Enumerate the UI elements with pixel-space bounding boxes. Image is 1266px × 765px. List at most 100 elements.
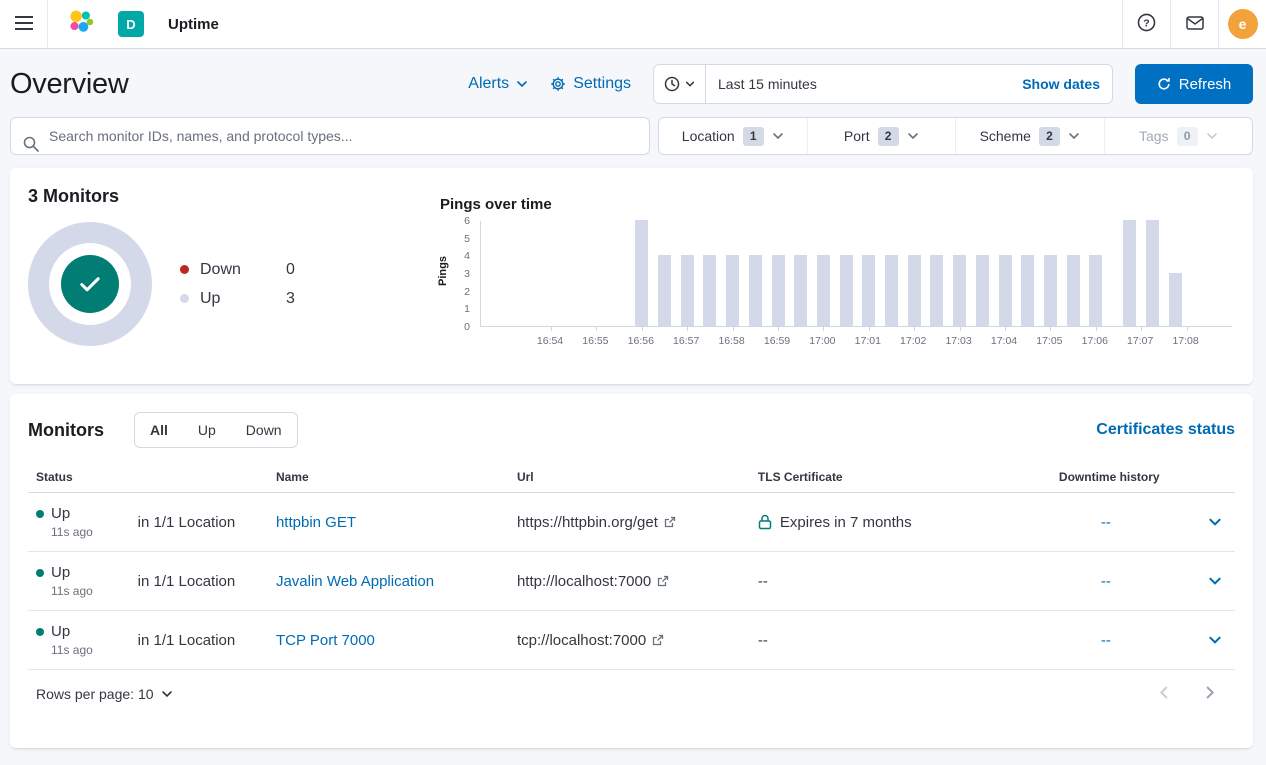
- external-link-icon[interactable]: [657, 575, 669, 587]
- down-dot-icon: [180, 265, 189, 274]
- expand-row-button[interactable]: [1202, 515, 1227, 529]
- previous-page-button[interactable]: [1157, 685, 1172, 703]
- status-text: Up: [51, 564, 70, 581]
- status-text: Up: [51, 505, 70, 522]
- ping-bar: [749, 255, 762, 326]
- ping-bar: [840, 255, 853, 326]
- filter-scheme-button[interactable]: Scheme 2: [955, 118, 1104, 154]
- monitor-name-link[interactable]: TCP Port 7000: [276, 632, 375, 649]
- status-filter-down[interactable]: Down: [231, 413, 297, 447]
- status-filter-all[interactable]: All: [135, 413, 183, 447]
- ping-bar: [1044, 255, 1057, 326]
- tls-expiry-text: --: [750, 552, 1051, 611]
- filter-bar: Location 1 Port 2 Scheme 2 Tags 0: [0, 117, 1266, 168]
- tags-count-badge: 0: [1177, 127, 1198, 146]
- monitor-row: Up 11s ago in 1/1 Location TCP Port 7000…: [28, 611, 1235, 670]
- filter-group: Location 1 Port 2 Scheme 2 Tags 0: [658, 117, 1253, 155]
- gear-icon: [550, 76, 566, 92]
- column-downtime: Downtime history: [1051, 462, 1194, 493]
- expand-row-button[interactable]: [1202, 633, 1227, 647]
- chart-plot-area: [480, 221, 1232, 327]
- chevron-down-icon: [1206, 130, 1218, 142]
- refresh-button[interactable]: Refresh: [1135, 64, 1253, 104]
- monitor-name-link[interactable]: httpbin GET: [276, 514, 356, 531]
- column-name: Name: [268, 462, 509, 493]
- table-header-row: Status Name Url TLS Certificate Downtime…: [28, 462, 1235, 493]
- ping-bar: [999, 255, 1012, 326]
- ping-bar: [976, 255, 989, 326]
- tls-expiry-text: --: [750, 611, 1051, 670]
- legend-item-up: Up 3: [180, 290, 295, 308]
- chevron-down-icon: [161, 688, 173, 700]
- status-text: Up: [51, 623, 70, 640]
- status-up-dot-icon: [36, 510, 44, 518]
- quick-select-button[interactable]: [654, 65, 706, 103]
- svg-text:?: ?: [1143, 17, 1149, 29]
- last-check-time: 11s ago: [51, 525, 122, 539]
- deployment-badge[interactable]: D: [118, 11, 144, 37]
- app-title: Uptime: [168, 16, 219, 33]
- chart-y-ticks: 0123456: [448, 221, 476, 327]
- location-text: in 1/1 Location: [130, 493, 268, 552]
- lock-icon: [758, 514, 772, 530]
- status-filter-group: All Up Down: [134, 412, 298, 448]
- expand-row-button[interactable]: [1202, 574, 1227, 588]
- refresh-icon: [1157, 77, 1171, 91]
- alerts-menu-button[interactable]: Alerts: [468, 75, 528, 93]
- settings-link[interactable]: Settings: [550, 75, 631, 93]
- help-button[interactable]: ?: [1122, 0, 1170, 48]
- monitor-row: Up 11s ago in 1/1 Location Javalin Web A…: [28, 552, 1235, 611]
- elastic-logo[interactable]: [68, 9, 94, 40]
- external-link-icon[interactable]: [664, 516, 676, 528]
- up-dot-icon: [180, 294, 189, 303]
- hamburger-icon: [15, 16, 33, 33]
- status-filter-up[interactable]: Up: [183, 413, 231, 447]
- ping-bar: [772, 255, 785, 326]
- location-count-badge: 1: [743, 127, 764, 146]
- certificates-status-link[interactable]: Certificates status: [1096, 421, 1235, 439]
- monitors-title: Monitors: [28, 420, 104, 441]
- chevron-down-icon: [516, 78, 528, 90]
- down-count: 0: [286, 261, 295, 279]
- monitor-url: tcp://localhost:7000: [517, 632, 646, 649]
- monitor-name-link[interactable]: Javalin Web Application: [276, 573, 434, 590]
- check-icon: [76, 270, 104, 298]
- chevron-down-icon: [772, 130, 784, 142]
- mail-icon: [1186, 16, 1204, 33]
- filter-location-button[interactable]: Location 1: [659, 118, 807, 154]
- time-range-display[interactable]: Last 15 minutes: [706, 76, 1022, 92]
- ping-bar: [635, 220, 648, 326]
- search-input[interactable]: [11, 128, 649, 144]
- ping-bar: [1021, 255, 1034, 326]
- monitor-row: Up 11s ago in 1/1 Location httpbin GET h…: [28, 493, 1235, 552]
- status-legend: Down 0 Up 3: [180, 250, 295, 319]
- external-link-icon[interactable]: [652, 634, 664, 646]
- monitors-panel: Monitors All Up Down Certificates status…: [10, 394, 1253, 748]
- downtime-history: --: [1051, 493, 1194, 552]
- status-up-dot-icon: [36, 628, 44, 636]
- page-title: Overview: [10, 68, 128, 101]
- chevron-down-icon: [907, 130, 919, 142]
- rows-per-page-button[interactable]: Rows per page: 10: [36, 686, 173, 702]
- help-icon: ?: [1137, 13, 1156, 35]
- last-check-time: 11s ago: [51, 584, 122, 598]
- show-dates-button[interactable]: Show dates: [1022, 76, 1112, 92]
- chevron-down-icon: [685, 79, 695, 89]
- snapshot-panel: 3 Monitors Down 0 Up 3: [10, 168, 1253, 384]
- ping-bar: [681, 255, 694, 326]
- tls-expiry-text: Expires in 7 months: [780, 514, 912, 531]
- newsfeed-button[interactable]: [1170, 0, 1218, 48]
- downtime-history: --: [1051, 552, 1194, 611]
- column-url: Url: [509, 462, 750, 493]
- user-menu-button[interactable]: e: [1218, 0, 1266, 48]
- legend-item-down: Down 0: [180, 261, 295, 279]
- menu-button[interactable]: [0, 0, 48, 48]
- filter-port-button[interactable]: Port 2: [807, 118, 956, 154]
- ping-bar: [1146, 220, 1159, 326]
- column-location: [130, 462, 268, 493]
- ping-bar: [817, 255, 830, 326]
- status-donut-chart: [28, 222, 152, 346]
- search-box: [10, 117, 650, 155]
- ping-bar: [794, 255, 807, 326]
- next-page-button[interactable]: [1202, 685, 1217, 703]
